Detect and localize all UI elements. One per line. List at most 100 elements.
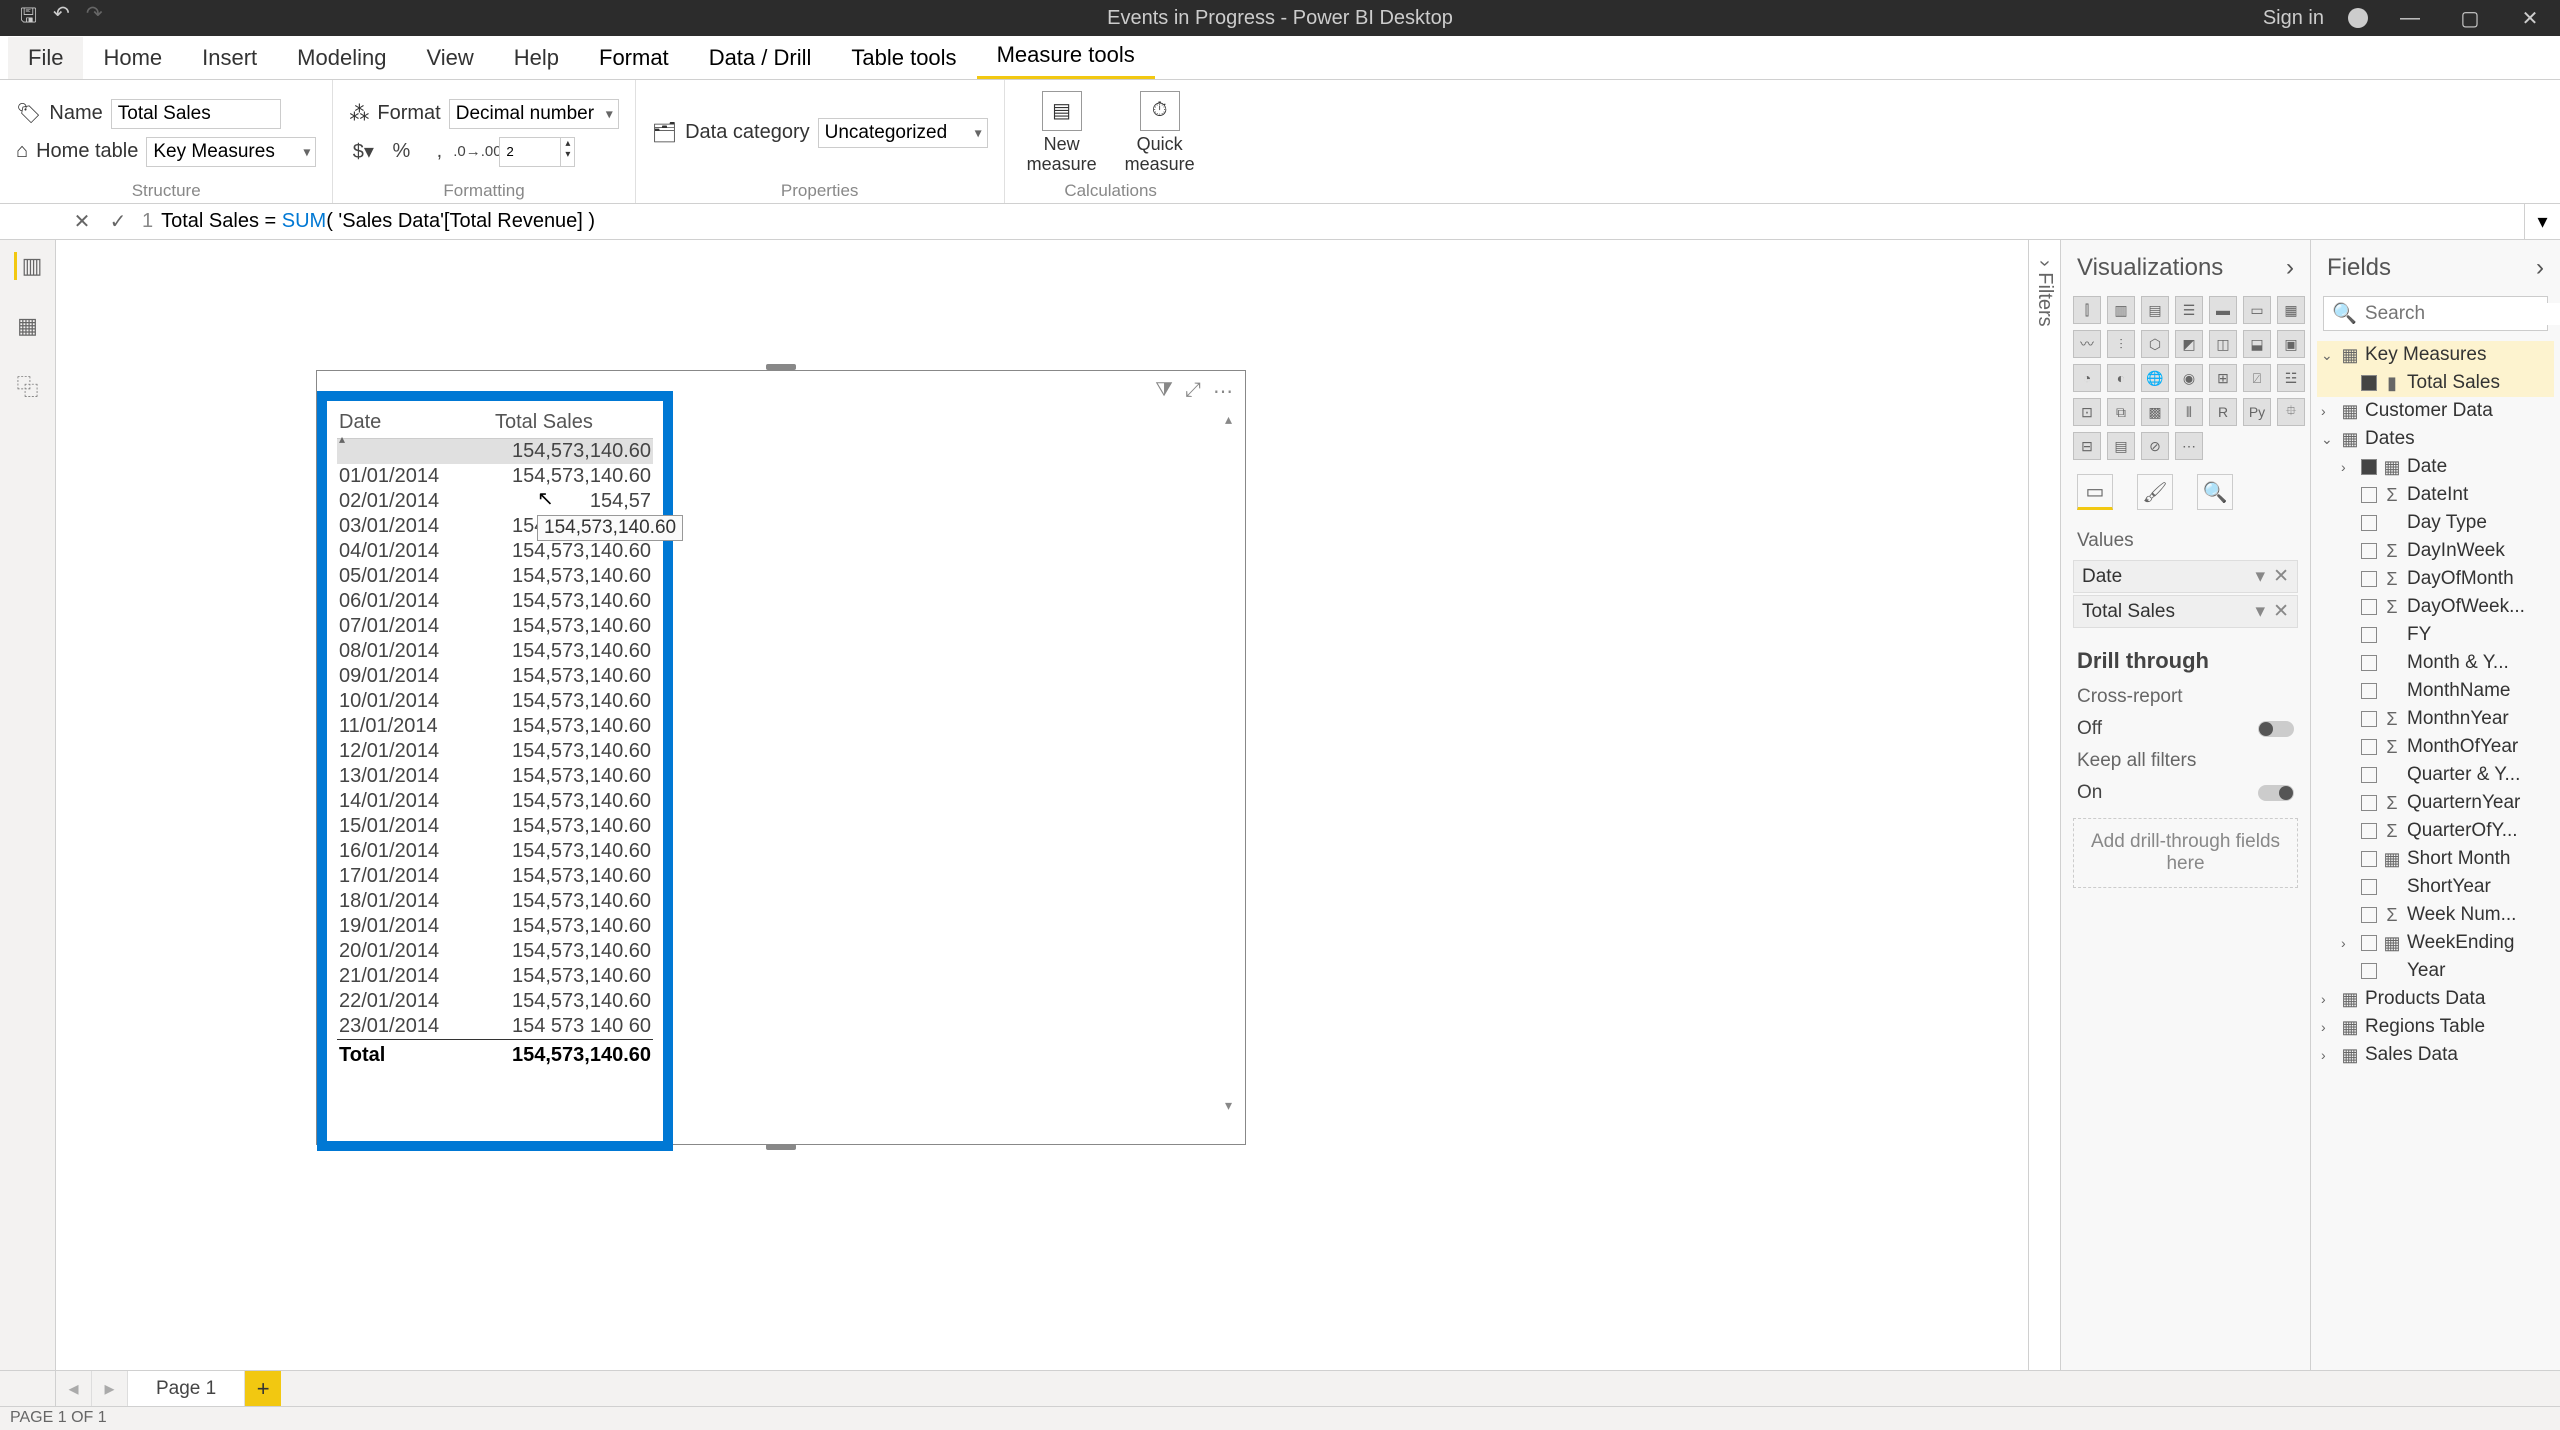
fields-search[interactable]: 🔍 <box>2323 296 2548 331</box>
minimize-icon[interactable]: — <box>2392 7 2428 30</box>
filter-icon[interactable]: ⧩ <box>1155 379 1173 404</box>
field-checkbox[interactable] <box>2361 515 2377 531</box>
viz-type-19[interactable]: ⍁ <box>2243 364 2271 392</box>
field-checkbox[interactable] <box>2361 487 2377 503</box>
undo-icon[interactable]: ↶ <box>53 1 70 35</box>
field-node[interactable]: Day Type <box>2317 509 2554 537</box>
table-row[interactable]: 13/01/2014154,573,140.60 <box>337 764 653 789</box>
page-prev-icon[interactable]: ◂ <box>56 1371 92 1406</box>
decimal-inc-icon[interactable]: .0→.00 <box>463 138 491 166</box>
field-node[interactable]: FY <box>2317 621 2554 649</box>
table-row[interactable]: 12/01/2014154,573,140.60 <box>337 739 653 764</box>
resize-handle-bottom[interactable] <box>766 1144 796 1150</box>
viz-type-23[interactable]: ▩ <box>2141 398 2169 426</box>
thousands-icon[interactable]: , <box>425 138 453 166</box>
table-row[interactable]: 22/01/2014154,573,140.60 <box>337 989 653 1014</box>
name-input[interactable] <box>111 99 281 129</box>
field-checkbox[interactable] <box>2361 767 2377 783</box>
field-checkbox[interactable] <box>2361 879 2377 895</box>
field-checkbox[interactable] <box>2361 683 2377 699</box>
spinner-up-icon[interactable]: ▴ <box>561 138 574 149</box>
table-row[interactable]: 01/01/2014154,573,140.60 <box>337 464 653 489</box>
viz-type-26[interactable]: Py <box>2243 398 2271 426</box>
maximize-icon[interactable]: ▢ <box>2452 6 2488 31</box>
analytics-tab-icon[interactable]: 🔍 <box>2197 474 2233 510</box>
field-node[interactable]: ShortYear <box>2317 873 2554 901</box>
table-row[interactable]: 02/01/2014154,57 <box>337 489 653 514</box>
fields-tab-icon[interactable]: ▭ <box>2077 474 2113 510</box>
table-row[interactable]: 16/01/2014154,573,140.60 <box>337 839 653 864</box>
viz-type-1[interactable]: ▥ <box>2107 296 2135 324</box>
field-checkbox[interactable] <box>2361 599 2377 615</box>
ribbon-tab-help[interactable]: Help <box>494 37 579 79</box>
format-tab-icon[interactable]: 🖌 <box>2137 474 2173 510</box>
viz-type-20[interactable]: ☳ <box>2277 364 2305 392</box>
viz-type-12[interactable]: ⬓ <box>2243 330 2271 358</box>
field-caret-icon[interactable]: › <box>2341 459 2355 475</box>
viz-type-17[interactable]: ◉ <box>2175 364 2203 392</box>
more-options-icon[interactable]: ⋯ <box>1213 379 1233 404</box>
viz-type-18[interactable]: ⊞ <box>2209 364 2237 392</box>
field-node[interactable]: ▦Short Month <box>2317 845 2554 873</box>
table-row[interactable]: 20/01/2014154,573,140.60 <box>337 939 653 964</box>
viz-type-27[interactable]: ⯐ <box>2277 398 2305 426</box>
viz-type-31[interactable]: ⋯ <box>2175 432 2203 460</box>
signin-link[interactable]: Sign in <box>2263 7 2324 30</box>
viz-type-15[interactable]: ◐ <box>2107 364 2135 392</box>
table-row[interactable]: 08/01/2014154,573,140.60 <box>337 639 653 664</box>
format-select[interactable]: Decimal number <box>449 99 619 129</box>
filters-pane-collapsed[interactable]: ‹ Filters <box>2028 240 2060 1370</box>
table-visual[interactable]: Date Total Sales 154,573,140.6001/01/201… <box>327 401 663 1141</box>
field-caret-icon[interactable]: › <box>2341 935 2355 951</box>
viz-type-22[interactable]: ⧉ <box>2107 398 2135 426</box>
ribbon-tab-format[interactable]: Format <box>579 37 689 79</box>
field-node[interactable]: Year <box>2317 957 2554 985</box>
field-node[interactable]: ›▦WeekEnding <box>2317 929 2554 957</box>
table-row[interactable]: 17/01/2014154,573,140.60 <box>337 864 653 889</box>
table-row[interactable]: 21/01/2014154,573,140.60 <box>337 964 653 989</box>
table-node[interactable]: ›▦Customer Data <box>2317 397 2554 425</box>
table-node[interactable]: ›▦Sales Data <box>2317 1041 2554 1069</box>
page-tab[interactable]: Page 1 <box>128 1371 245 1406</box>
cancel-formula-icon[interactable]: ✕ <box>70 209 94 234</box>
field-checkbox[interactable] <box>2361 907 2377 923</box>
viz-type-21[interactable]: ⊡ <box>2073 398 2101 426</box>
formula-expand-icon[interactable]: ▾ <box>2524 204 2560 239</box>
table-row[interactable]: 154,573,140.60 <box>337 439 653 464</box>
new-measure-button[interactable]: ▤ New measure <box>1021 89 1103 177</box>
field-checkbox[interactable] <box>2361 963 2377 979</box>
field-node[interactable]: ΣQuarternYear <box>2317 789 2554 817</box>
table-row[interactable]: 07/01/2014154,573,140.60 <box>337 614 653 639</box>
field-checkbox[interactable] <box>2361 739 2377 755</box>
field-well[interactable]: Total Sales▾✕ <box>2073 595 2298 628</box>
spinner-down-icon[interactable]: ▾ <box>561 149 574 160</box>
field-node[interactable]: ΣDayInWeek <box>2317 537 2554 565</box>
table-row[interactable]: 23/01/2014154 573 140 60 <box>337 1014 653 1039</box>
table-row[interactable]: 09/01/2014154,573,140.60 <box>337 664 653 689</box>
table-row[interactable]: 10/01/2014154,573,140.60 <box>337 689 653 714</box>
viz-type-29[interactable]: ▤ <box>2107 432 2135 460</box>
table-row[interactable]: 19/01/2014154,573,140.60 <box>337 914 653 939</box>
viz-type-4[interactable]: ▬ <box>2209 296 2237 324</box>
viz-type-9[interactable]: ⬡ <box>2141 330 2169 358</box>
field-checkbox[interactable] <box>2361 627 2377 643</box>
viz-type-11[interactable]: ◫ <box>2209 330 2237 358</box>
well-menu-icon[interactable]: ▾ <box>2256 565 2266 588</box>
field-checkbox[interactable] <box>2361 795 2377 811</box>
field-node[interactable]: ΣMonthnYear <box>2317 705 2554 733</box>
ribbon-tab-file[interactable]: File <box>8 37 83 79</box>
collapse-icon[interactable]: › <box>2536 254 2544 282</box>
ribbon-tab-data-drill[interactable]: Data / Drill <box>689 37 832 79</box>
ribbon-tab-modeling[interactable]: Modeling <box>277 37 406 79</box>
cross-report-toggle[interactable] <box>2258 721 2294 737</box>
viz-type-24[interactable]: ⫴ <box>2175 398 2203 426</box>
viz-type-6[interactable]: ▦ <box>2277 296 2305 324</box>
viz-type-2[interactable]: ▤ <box>2141 296 2169 324</box>
table-row[interactable]: 06/01/2014154,573,140.60 <box>337 589 653 614</box>
field-checkbox[interactable] <box>2361 823 2377 839</box>
ribbon-tab-table-tools[interactable]: Table tools <box>831 37 976 79</box>
field-node[interactable]: Month & Y... <box>2317 649 2554 677</box>
viz-type-30[interactable]: ⊘ <box>2141 432 2169 460</box>
viz-type-16[interactable]: 🌐 <box>2141 364 2169 392</box>
expand-caret-icon[interactable]: › <box>2321 1019 2335 1035</box>
